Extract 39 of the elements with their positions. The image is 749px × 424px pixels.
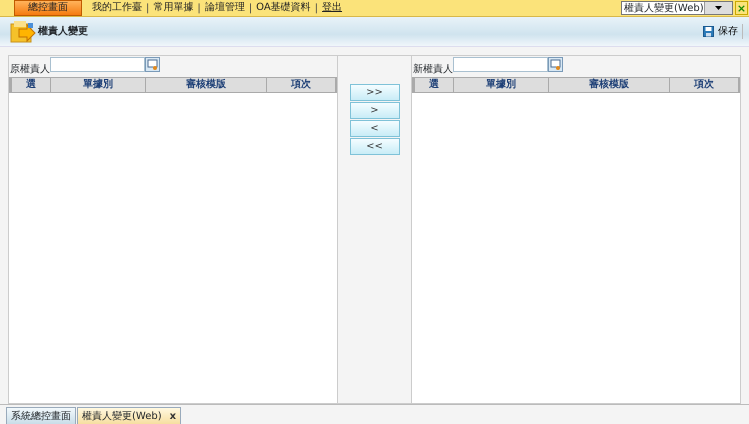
tab[interactable]: 系統總控畫面 [6, 407, 76, 424]
field-label: 新權責人 [413, 62, 453, 77]
nav-link[interactable]: OA基礎資料 [252, 1, 315, 15]
nav-link[interactable]: 常用單據 [149, 1, 198, 15]
separator-text: | [146, 2, 150, 16]
column-header: 審核模版 [146, 78, 268, 92]
lookup-icon[interactable] [548, 57, 563, 72]
transfer-button[interactable]: << [350, 138, 400, 155]
window-select[interactable]: 權責人變更(Web) [621, 1, 733, 15]
separator-text: | [314, 2, 318, 16]
page-title: 權責人變更 [38, 24, 88, 39]
column-header: 項次 [670, 78, 739, 92]
transfer-button[interactable]: < [350, 120, 400, 137]
person-field[interactable] [50, 57, 145, 72]
tab-close-button[interactable]: x [170, 408, 176, 424]
column-header: 單據別 [454, 78, 549, 92]
nav-link[interactable]: 論壇管理 [200, 1, 249, 15]
column-header: 項次 [267, 78, 336, 92]
dropdown-icon [714, 6, 722, 10]
lookup-icon[interactable] [145, 57, 160, 72]
nav-link[interactable]: 我的工作臺 [88, 1, 146, 15]
column-header: 審核模版 [548, 78, 670, 92]
folder-arrow-icon [10, 20, 36, 44]
transfer-button[interactable]: > [350, 102, 400, 119]
column-header: 單據別 [51, 78, 146, 92]
column-header: 選 [415, 78, 454, 92]
column-header: 選 [12, 78, 52, 92]
separator-text: | [197, 2, 201, 16]
tab[interactable]: 權責人變更(Web) x [77, 407, 182, 424]
field-label: 原權責人 [10, 62, 50, 77]
transfer-button[interactable]: >> [350, 84, 400, 101]
nav-link[interactable]: 總控畫面 [14, 0, 82, 16]
separator-text: | [248, 2, 252, 16]
tab-label: 權責人變更(Web) [82, 410, 162, 424]
person-field[interactable] [453, 57, 548, 72]
tab-label: 系統總控畫面 [11, 410, 71, 424]
close-button[interactable]: × [735, 1, 748, 15]
save-button[interactable]: 保存 [699, 24, 743, 39]
logout-link[interactable]: 登出 [318, 1, 346, 15]
